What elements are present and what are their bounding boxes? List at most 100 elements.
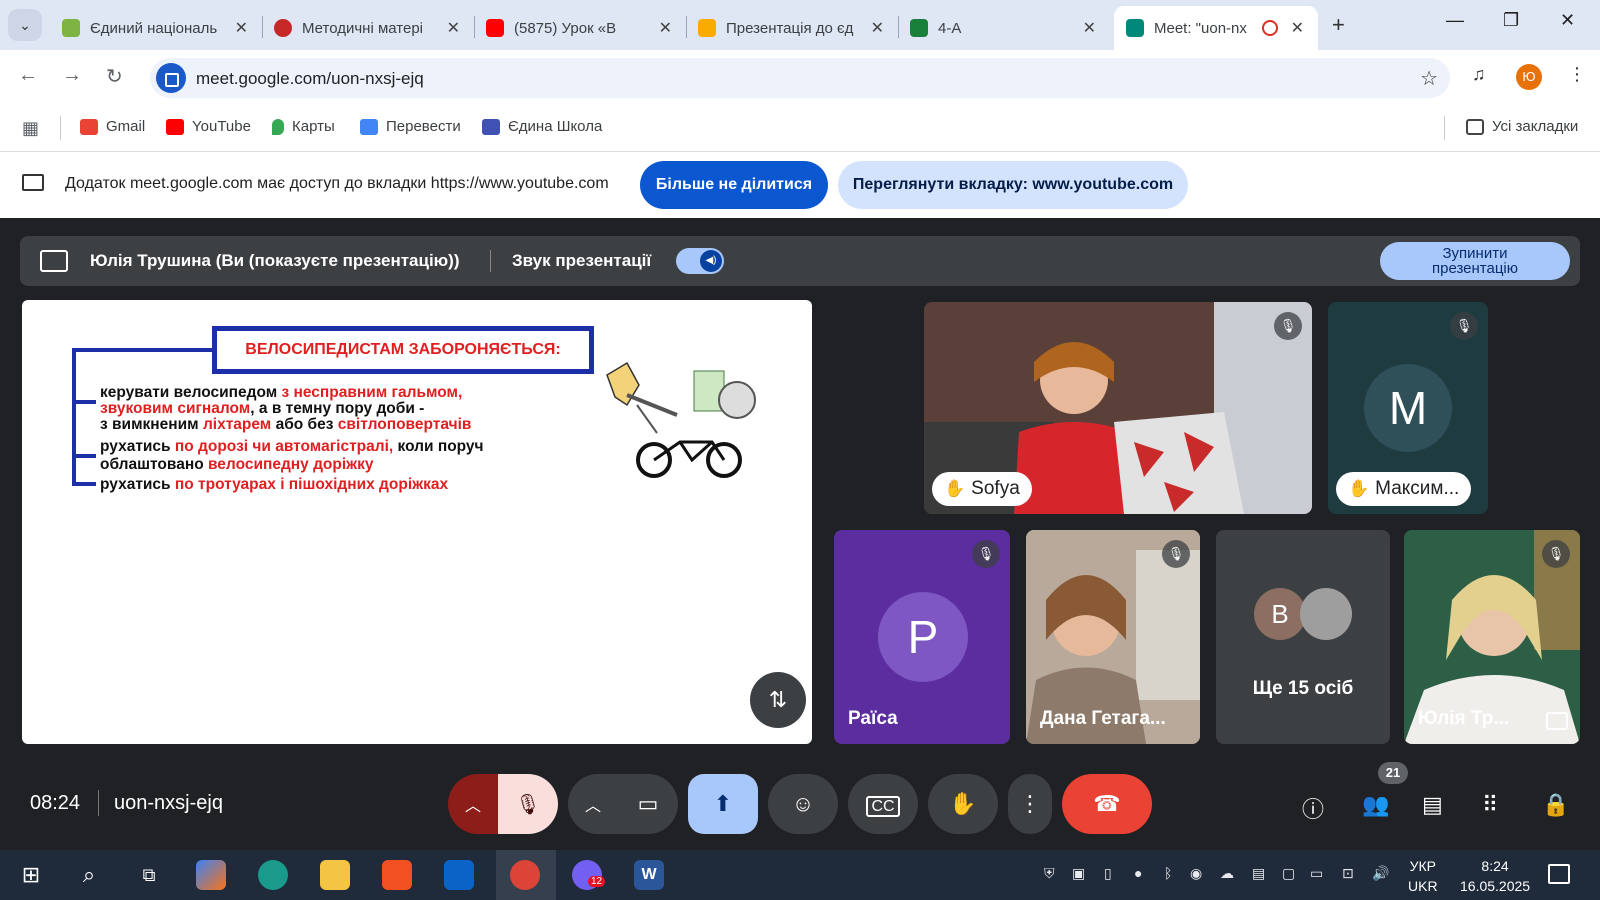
bookmark-gmail[interactable]: Gmail xyxy=(80,118,145,135)
people-button[interactable]: 👥 xyxy=(1362,792,1389,818)
tray-icon[interactable]: ▤ xyxy=(1252,865,1265,882)
file-explorer-icon[interactable] xyxy=(320,860,350,890)
chrome-icon[interactable] xyxy=(510,860,540,890)
picture-in-picture-icon[interactable] xyxy=(1546,712,1568,730)
onedrive-icon[interactable]: ☁ xyxy=(1220,865,1234,882)
bookmark-maps[interactable]: Карты xyxy=(272,118,335,135)
start-button[interactable]: ⊞ xyxy=(16,860,46,890)
restore-button[interactable]: ❐ xyxy=(1503,10,1519,31)
bluetooth-icon[interactable]: ᛒ xyxy=(1164,865,1172,881)
bookmark-translate[interactable]: Перевести xyxy=(360,118,461,135)
avatar: Р xyxy=(878,592,968,682)
tab-5[interactable]: 4-А ✕ xyxy=(898,6,1110,50)
close-icon[interactable]: ✕ xyxy=(447,18,460,38)
presentation-bar: Юлія Трушина (Ви (показуєте презентацію)… xyxy=(20,236,1580,286)
activities-button[interactable]: ⠿ xyxy=(1482,792,1498,818)
outlook-icon[interactable] xyxy=(444,860,474,890)
bookmark-edyna-shkola[interactable]: Єдина Школа xyxy=(482,118,602,135)
apps-grid-icon[interactable]: ▦ xyxy=(22,118,39,139)
stop-presenting-button[interactable]: Зупинити презентацію xyxy=(1380,242,1570,280)
tab-6-active[interactable]: Meet: "uon-nx ✕ xyxy=(1114,6,1318,50)
more-options-button[interactable]: ⋮ xyxy=(1008,774,1052,834)
site-info-icon[interactable] xyxy=(156,63,186,93)
leave-call-button[interactable]: ☎ xyxy=(1062,774,1152,834)
close-window-button[interactable]: ✕ xyxy=(1560,10,1575,31)
participant-tile-yulia[interactable]: 🎙 Юлія Тр... xyxy=(1404,530,1580,744)
reload-button[interactable]: ↻ xyxy=(106,64,123,89)
security-tray-icon[interactable]: ⛨ xyxy=(1044,865,1055,882)
new-tab-button[interactable]: + xyxy=(1332,12,1345,38)
edge-icon[interactable] xyxy=(258,860,288,890)
tab-2[interactable]: Методичні матері ✕ xyxy=(262,6,474,50)
input-language[interactable]: УКР UKR xyxy=(1408,856,1438,896)
address-bar[interactable]: meet.google.com/uon-nxsj-ejq ☆ xyxy=(150,58,1450,98)
swap-layout-button[interactable]: ⇅ xyxy=(750,672,806,728)
microphone-tray-icon[interactable]: ● xyxy=(1134,865,1142,881)
video-options-button[interactable]: ︿ xyxy=(568,774,618,834)
usb-tray-icon[interactable]: ▯ xyxy=(1104,865,1112,882)
close-icon[interactable]: ✕ xyxy=(1291,18,1304,38)
more-participants-label: Ще 15 осіб xyxy=(1252,678,1354,699)
slide-text-red: світлоповертачів xyxy=(337,416,472,433)
slide-text-red: з несправним гальмом, xyxy=(281,384,463,401)
captions-button[interactable]: CC xyxy=(848,774,918,834)
tab-title: 4-А xyxy=(938,19,962,37)
tab-1[interactable]: Єдиний національ ✕ xyxy=(50,6,262,50)
audio-options-button[interactable]: ︿ xyxy=(448,774,498,834)
microphone-toggle-button[interactable]: 🎙 xyxy=(498,774,558,834)
copilot-icon[interactable] xyxy=(196,860,226,890)
notification-icon[interactable] xyxy=(1548,864,1570,884)
close-icon[interactable]: ✕ xyxy=(659,18,672,38)
avatar: M xyxy=(1364,364,1452,452)
participant-tile-others[interactable]: В Ще 15 осіб xyxy=(1216,530,1390,744)
close-icon[interactable]: ✕ xyxy=(871,18,884,38)
tab-3[interactable]: (5875) Урок «В ✕ xyxy=(474,6,686,50)
gmail-icon xyxy=(80,118,98,135)
back-button[interactable]: ← xyxy=(18,64,38,87)
language-line2: UKR xyxy=(1408,878,1438,894)
presentation-audio-toggle[interactable]: ◀) xyxy=(676,248,724,274)
bookmark-star-icon[interactable]: ☆ xyxy=(1420,66,1438,91)
host-controls-button[interactable]: 🔒 xyxy=(1542,792,1569,818)
stop-sharing-button[interactable]: Більше не ділитися xyxy=(640,161,828,209)
participant-tile-sofya[interactable]: 🎙 ✋ Sofya xyxy=(924,302,1312,514)
word-icon[interactable]: W xyxy=(634,860,664,890)
reactions-button[interactable]: ☺ xyxy=(768,774,838,834)
minimize-button[interactable]: — xyxy=(1446,10,1464,31)
participant-tile-maksym[interactable]: M 🎙 ✋ Максим... xyxy=(1328,302,1488,514)
meeting-details-button[interactable]: ⓘ xyxy=(1302,792,1324,824)
task-view-icon[interactable]: ⧉ xyxy=(134,860,164,890)
viber-icon[interactable]: 12 xyxy=(572,860,606,890)
close-icon[interactable]: ✕ xyxy=(1083,18,1096,38)
system-clock[interactable]: 8:24 16.05.2025 xyxy=(1460,856,1530,896)
close-icon[interactable]: ✕ xyxy=(235,18,248,38)
network-icon[interactable]: ⊡ xyxy=(1342,865,1354,882)
all-bookmarks[interactable]: Усі закладки xyxy=(1466,118,1578,135)
lock-icon: 🔒 xyxy=(1542,792,1570,817)
participant-tile-raisa[interactable]: Р 🎙 Раїса xyxy=(834,530,1010,744)
slide-line: рухатись по дорозі чи автомагістралі, ко… xyxy=(100,438,484,456)
battery-icon[interactable]: ▭ xyxy=(1310,865,1323,882)
viber-tray-icon[interactable]: ◉ xyxy=(1190,865,1202,882)
search-icon[interactable]: ⌕ xyxy=(74,860,104,890)
stop-presenting-line2: презентацію xyxy=(1431,260,1519,277)
meet-tray-icon[interactable]: ▢ xyxy=(1282,865,1295,882)
present-now-button[interactable]: ⬆ xyxy=(688,774,758,834)
tab-search-button[interactable]: ⌄ xyxy=(8,9,42,41)
forward-button[interactable]: → xyxy=(62,64,82,87)
tab-4[interactable]: Презентація до єд ✕ xyxy=(686,6,898,50)
menu-icon[interactable]: ⋮ xyxy=(1568,64,1586,85)
raise-hand-button[interactable]: ✋ xyxy=(928,774,998,834)
view-tab-button[interactable]: Переглянути вкладку: www.youtube.com xyxy=(838,161,1188,209)
microsoft-store-icon[interactable] xyxy=(382,860,412,890)
camera-toggle-button[interactable]: ▭ xyxy=(618,774,678,834)
tray-icon[interactable]: ▣ xyxy=(1072,865,1085,882)
volume-icon[interactable]: 🔊 xyxy=(1372,865,1389,882)
profile-avatar[interactable]: Ю xyxy=(1516,64,1542,90)
chat-button[interactable]: ▤ xyxy=(1422,792,1443,818)
bookmark-youtube[interactable]: YouTube xyxy=(166,118,251,135)
participant-tile-dana[interactable]: 🎙 Дана Гетага... xyxy=(1026,530,1200,744)
media-control-icon[interactable]: ♫ xyxy=(1472,64,1486,85)
slide-text: коли поруч xyxy=(393,438,484,455)
presentation-separator xyxy=(490,250,491,272)
